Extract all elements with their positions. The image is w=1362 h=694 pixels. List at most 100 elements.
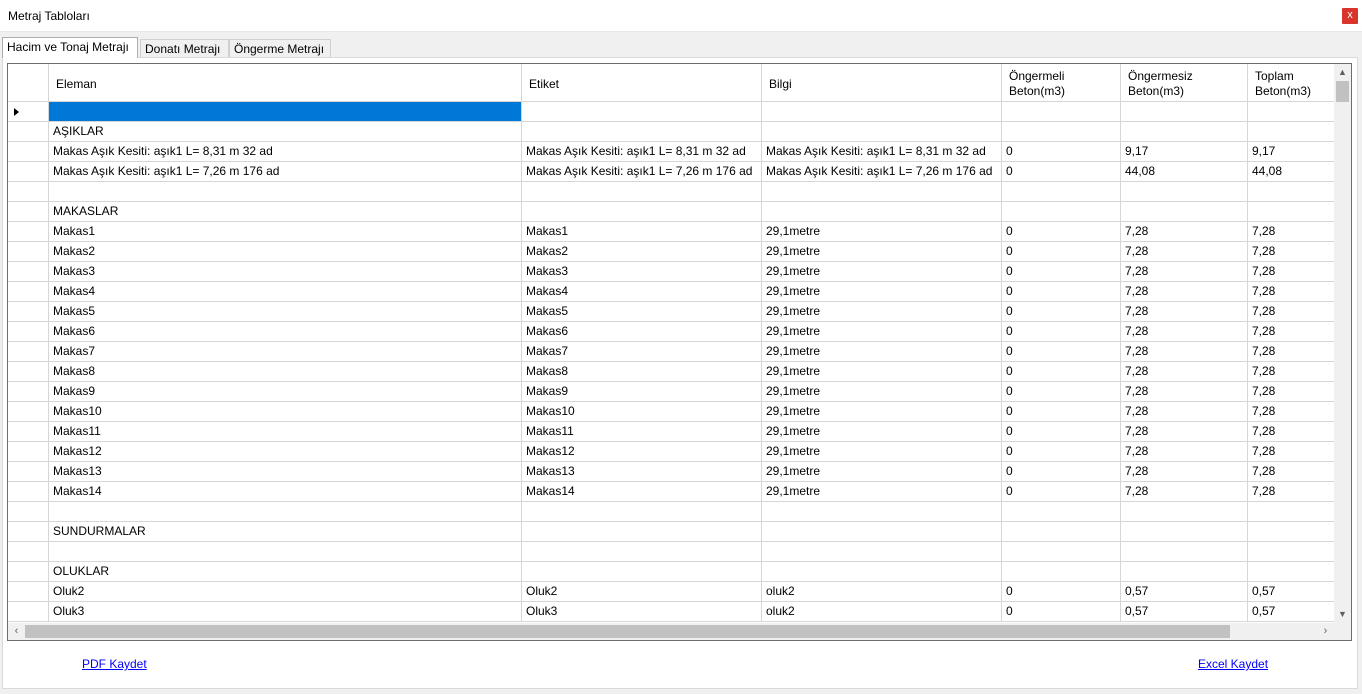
cell-ongermeli[interactable] [1002,522,1121,542]
cell-etiket[interactable] [522,562,762,582]
cell-bilgi[interactable]: Makas Aşık Kesiti: aşık1 L= 8,31 m 32 ad [762,142,1002,162]
scroll-down-icon[interactable]: ▼ [1334,606,1351,623]
table-row[interactable]: Makas Aşık Kesiti: aşık1 L= 7,26 m 176 a… [8,162,1334,182]
column-header-eleman[interactable]: Eleman [49,64,522,102]
table-row[interactable]: Makas Aşık Kesiti: aşık1 L= 8,31 m 32 ad… [8,142,1334,162]
table-row[interactable]: Makas13 Makas13 29,1metre 0 7,28 7,28 [8,462,1334,482]
cell-etiket[interactable] [522,542,762,562]
cell-toplam[interactable]: 7,28 [1248,242,1334,262]
cell-bilgi[interactable]: 29,1metre [762,262,1002,282]
cell-bilgi[interactable] [762,202,1002,222]
cell-ongermesiz[interactable] [1121,122,1248,142]
cell-ongermeli[interactable]: 0 [1002,242,1121,262]
tab-hacim-tonaj[interactable]: Hacim ve Tonaj Metrajı [2,37,138,58]
cell-eleman[interactable]: Makas14 [49,482,522,502]
cell-toplam[interactable] [1248,522,1334,542]
cell-eleman[interactable]: Makas8 [49,362,522,382]
cell-eleman[interactable]: Oluk2 [49,582,522,602]
table-row[interactable]: Oluk3 Oluk3 oluk2 0 0,57 0,57 [8,602,1334,622]
cell-etiket[interactable]: Makas Aşık Kesiti: aşık1 L= 7,26 m 176 a… [522,162,762,182]
cell-ongermeli[interactable]: 0 [1002,462,1121,482]
cell-etiket[interactable] [522,102,762,122]
cell-toplam[interactable]: 7,28 [1248,382,1334,402]
row-header[interactable] [8,422,49,442]
cell-eleman[interactable] [49,502,522,522]
cell-etiket[interactable]: Oluk2 [522,582,762,602]
cell-ongermeli[interactable]: 0 [1002,162,1121,182]
cell-etiket[interactable]: Makas4 [522,282,762,302]
metraj-grid[interactable]: Eleman Etiket Bilgi Öngermeli Beton(m3) … [7,63,1352,641]
table-row[interactable]: Makas11 Makas11 29,1metre 0 7,28 7,28 [8,422,1334,442]
cell-ongermesiz[interactable]: 7,28 [1121,322,1248,342]
table-row[interactable]: OLUKLAR [8,562,1334,582]
cell-eleman[interactable]: Makas1 [49,222,522,242]
tab-ongerme[interactable]: Öngerme Metrajı [229,39,331,57]
cell-ongermesiz[interactable]: 7,28 [1121,222,1248,242]
row-header[interactable] [8,582,49,602]
cell-eleman[interactable]: OLUKLAR [49,562,522,582]
row-header[interactable] [8,102,49,122]
cell-bilgi[interactable]: 29,1metre [762,422,1002,442]
cell-etiket[interactable]: Makas1 [522,222,762,242]
cell-bilgi[interactable]: 29,1metre [762,462,1002,482]
cell-etiket[interactable]: Makas5 [522,302,762,322]
row-header[interactable] [8,322,49,342]
cell-toplam[interactable]: 7,28 [1248,482,1334,502]
column-header-ongermesiz-beton[interactable]: Öngermesiz Beton(m3) [1121,64,1248,102]
table-row[interactable]: SUNDURMALAR [8,522,1334,542]
scroll-right-icon[interactable]: › [1317,623,1334,640]
cell-toplam[interactable]: 7,28 [1248,262,1334,282]
cell-ongermeli[interactable]: 0 [1002,482,1121,502]
row-header[interactable] [8,262,49,282]
cell-etiket[interactable] [522,182,762,202]
row-header[interactable] [8,282,49,302]
cell-etiket[interactable] [522,502,762,522]
row-header[interactable] [8,482,49,502]
cell-toplam[interactable]: 7,28 [1248,222,1334,242]
vertical-scroll-thumb[interactable] [1336,81,1349,102]
cell-toplam[interactable] [1248,502,1334,522]
cell-etiket[interactable]: Makas10 [522,402,762,422]
column-header-ongermeli-beton[interactable]: Öngermeli Beton(m3) [1002,64,1121,102]
cell-etiket[interactable]: Makas9 [522,382,762,402]
excel-save-link[interactable]: Excel Kaydet [1198,657,1268,671]
cell-bilgi[interactable] [762,502,1002,522]
table-row[interactable] [8,502,1334,522]
cell-eleman[interactable]: Makas11 [49,422,522,442]
row-header[interactable] [8,502,49,522]
cell-bilgi[interactable] [762,562,1002,582]
cell-eleman[interactable]: SUNDURMALAR [49,522,522,542]
cell-toplam[interactable]: 9,17 [1248,142,1334,162]
horizontal-scroll-thumb[interactable] [25,625,1230,638]
cell-bilgi[interactable] [762,122,1002,142]
cell-eleman[interactable]: Makas3 [49,262,522,282]
cell-etiket[interactable]: Makas13 [522,462,762,482]
cell-ongermeli[interactable]: 0 [1002,602,1121,622]
row-header[interactable] [8,202,49,222]
cell-ongermeli[interactable]: 0 [1002,442,1121,462]
row-header[interactable] [8,362,49,382]
cell-ongermeli[interactable] [1002,502,1121,522]
cell-ongermesiz[interactable]: 9,17 [1121,142,1248,162]
cell-bilgi[interactable] [762,542,1002,562]
cell-toplam[interactable]: 7,28 [1248,282,1334,302]
cell-toplam[interactable] [1248,562,1334,582]
cell-ongermesiz[interactable]: 0,57 [1121,582,1248,602]
cell-ongermesiz[interactable]: 44,08 [1121,162,1248,182]
cell-ongermesiz[interactable]: 7,28 [1121,402,1248,422]
cell-bilgi[interactable] [762,522,1002,542]
table-row[interactable]: Makas10 Makas10 29,1metre 0 7,28 7,28 [8,402,1334,422]
column-header-etiket[interactable]: Etiket [522,64,762,102]
cell-etiket[interactable] [522,202,762,222]
cell-bilgi[interactable]: 29,1metre [762,222,1002,242]
cell-ongermeli[interactable] [1002,542,1121,562]
tab-donati[interactable]: Donatı Metrajı [140,39,229,57]
cell-toplam[interactable]: 7,28 [1248,402,1334,422]
cell-bilgi[interactable] [762,182,1002,202]
cell-etiket[interactable]: Makas6 [522,322,762,342]
cell-toplam[interactable] [1248,542,1334,562]
row-header[interactable] [8,442,49,462]
cell-ongermesiz[interactable]: 7,28 [1121,462,1248,482]
cell-ongermesiz[interactable] [1121,182,1248,202]
column-header-toplam-beton[interactable]: Toplam Beton(m3) [1248,64,1334,102]
